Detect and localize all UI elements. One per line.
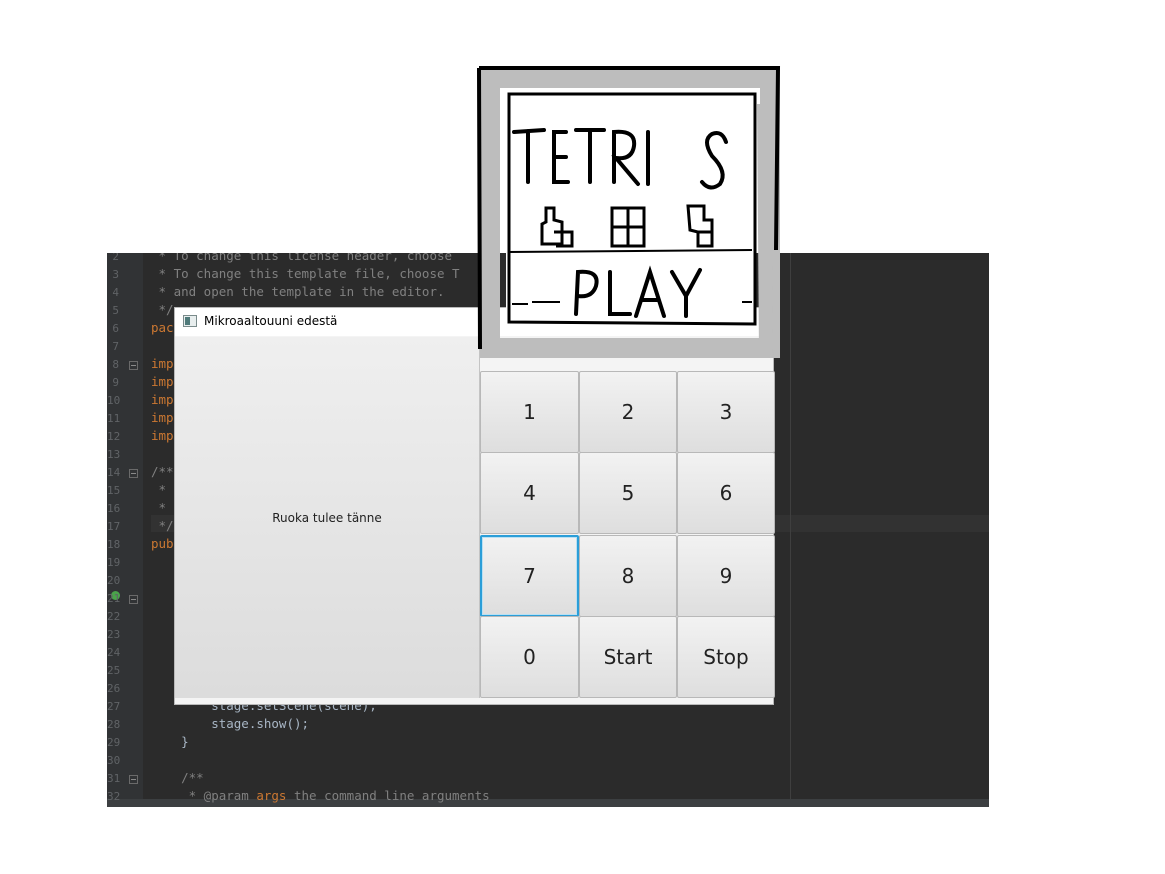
line-number: 5 [112, 304, 119, 317]
code-line: /** [151, 769, 204, 787]
line-number: 21 [107, 592, 121, 605]
code-line: } [151, 733, 189, 751]
code-line: pub [151, 535, 174, 553]
code-token: * @param [151, 788, 257, 803]
key-3[interactable]: 3 [677, 371, 775, 453]
line-number: 6 [112, 322, 119, 335]
code-line: imp [151, 409, 174, 427]
line-number: 26 [107, 682, 121, 695]
code-token: */ [151, 518, 174, 533]
code-token: /** [151, 464, 174, 479]
key-4[interactable]: 4 [480, 452, 579, 534]
line-number: 10 [107, 394, 121, 407]
key-9[interactable]: 9 [677, 535, 775, 617]
line-number: 22 [107, 610, 121, 623]
line-number: 25 [107, 664, 121, 677]
code-token: /** [151, 770, 204, 785]
code-line: * To change this license header, choose [151, 253, 460, 265]
code-line: * and open the template in the editor. [151, 283, 445, 301]
drawing-bottom-smudge [483, 341, 775, 357]
code-line: * [151, 481, 167, 499]
line-number: 15 [107, 484, 121, 497]
code-line: stage.show(); [151, 715, 309, 733]
line-number: 20 [107, 574, 121, 587]
key-1[interactable]: 1 [480, 371, 579, 453]
fold-toggle-icon[interactable] [129, 469, 138, 478]
line-number: 8 [112, 358, 119, 371]
code-line: imp [151, 355, 174, 373]
line-number: 7 [112, 340, 119, 353]
line-number: 11 [107, 412, 121, 425]
key-7[interactable]: 7 [480, 535, 579, 617]
line-number: 24 [107, 646, 121, 659]
right-margin-line [790, 253, 791, 807]
code-token: imp [151, 374, 174, 389]
key-5[interactable]: 5 [579, 452, 677, 534]
code-token: the command line arguments [286, 788, 490, 803]
food-label: Ruoka tulee tänne [272, 510, 382, 525]
stop-button[interactable]: Stop [677, 616, 775, 698]
code-token: imp [151, 356, 174, 371]
line-number: 28 [107, 718, 121, 731]
keypad: 1 2 3 4 5 6 7 8 9 0 Start Stop [480, 371, 775, 698]
code-line: * @param args the command line arguments [151, 787, 490, 805]
code-token: */ [151, 302, 174, 317]
code-token: imp [151, 410, 174, 425]
code-token: * [151, 482, 167, 497]
code-line: /** [151, 463, 174, 481]
line-number: 19 [107, 556, 121, 569]
key-0[interactable]: 0 [480, 616, 579, 698]
line-number: 4 [112, 286, 119, 299]
line-number: 12 [107, 430, 121, 443]
code-token: pub [151, 536, 174, 551]
code-line: * To change this template file, choose T [151, 265, 460, 283]
line-number: 27 [107, 700, 121, 713]
tetris-drawing [477, 66, 781, 358]
line-number: 14 [107, 466, 121, 479]
code-line: pac [151, 319, 174, 337]
line-number: 32 [107, 790, 121, 803]
code-token: * To change this template file, choose T [151, 266, 460, 281]
code-token: * To change this license header, choose [151, 253, 460, 263]
line-number: 9 [112, 376, 119, 389]
code-token: pac [151, 320, 174, 335]
code-line: imp [151, 427, 174, 445]
line-number: 17 [107, 520, 121, 533]
line-number: 2 [112, 253, 119, 263]
key-8[interactable]: 8 [579, 535, 677, 617]
fold-toggle-icon[interactable] [129, 775, 138, 784]
drawing-right-smudge [757, 103, 773, 355]
fold-toggle-icon[interactable] [129, 595, 138, 604]
code-line: imp [151, 373, 174, 391]
code-token: stage.show(); [151, 716, 310, 731]
line-number: 16 [107, 502, 121, 515]
code-line: */ [151, 517, 174, 535]
start-button[interactable]: Start [579, 616, 677, 698]
line-number: 3 [112, 268, 119, 281]
microwave-window: Mikroaaltouuni edestä × Ruoka tulee tänn… [174, 307, 775, 705]
key-6[interactable]: 6 [677, 452, 775, 534]
line-number: 18 [107, 538, 121, 551]
food-area[interactable]: Ruoka tulee tänne [175, 337, 480, 698]
window-title: Mikroaaltouuni edestä [204, 314, 338, 328]
code-token: imp [151, 428, 174, 443]
fold-toggle-icon[interactable] [129, 361, 138, 370]
code-token: * [151, 500, 167, 515]
app-icon [183, 315, 197, 327]
line-number: 29 [107, 736, 121, 749]
code-line: */ [151, 301, 174, 319]
line-number: 30 [107, 754, 121, 767]
code-token: args [256, 788, 287, 803]
code-token: } [151, 734, 189, 749]
line-number: 13 [107, 448, 121, 461]
code-token: imp [151, 392, 174, 407]
code-token: * and open the template in the editor. [151, 284, 445, 299]
code-line: imp [151, 391, 174, 409]
key-2[interactable]: 2 [579, 371, 677, 453]
line-number: 23 [107, 628, 121, 641]
line-number: 31 [107, 772, 121, 785]
code-line: * [151, 499, 167, 517]
